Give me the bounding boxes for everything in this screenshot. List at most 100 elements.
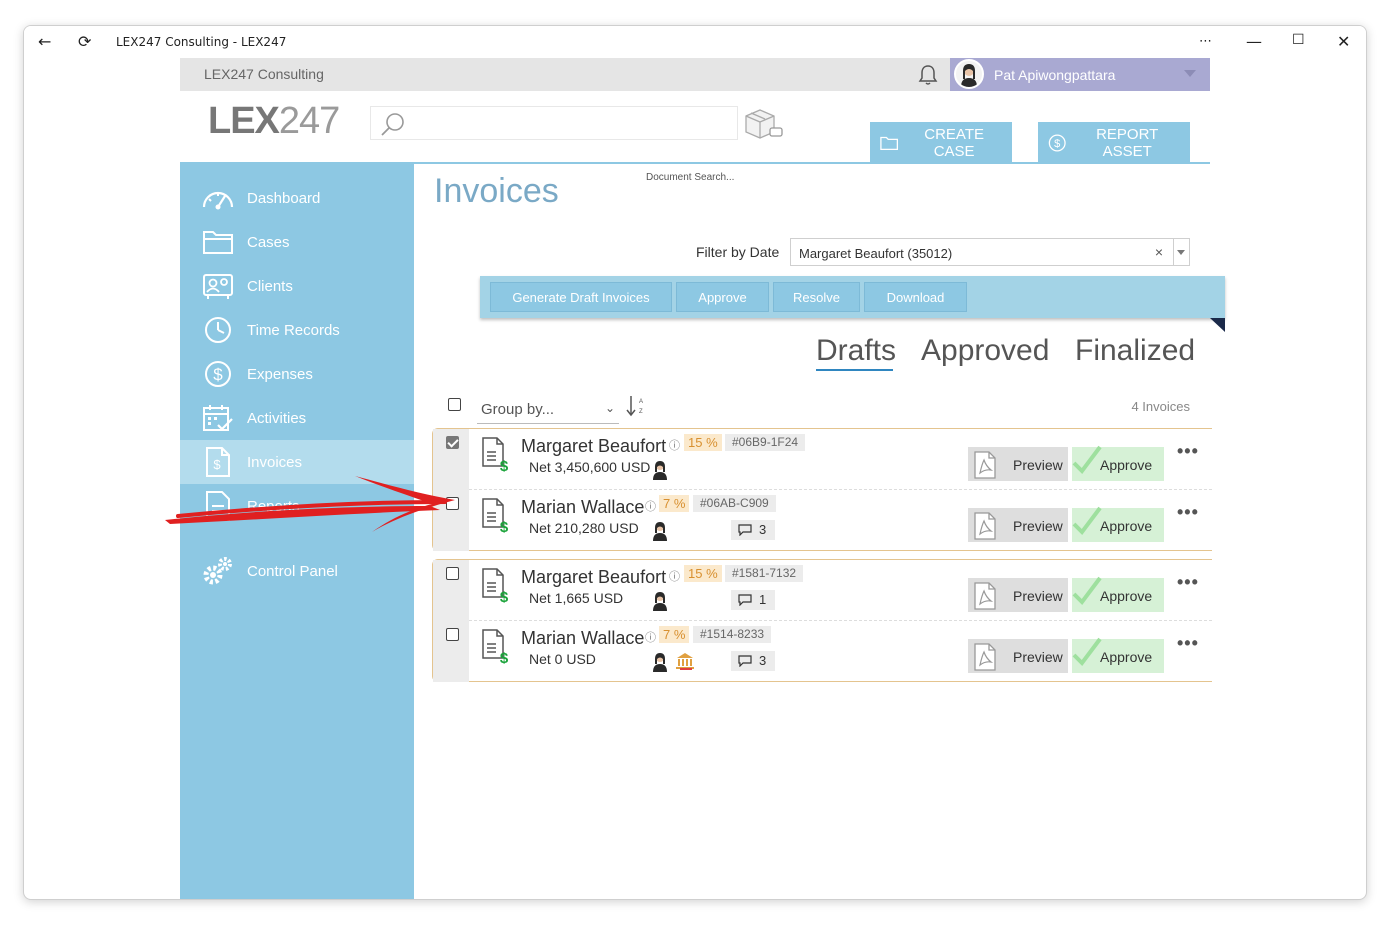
info-icon[interactable]: ⓘ: [669, 568, 680, 584]
clock-icon: [200, 315, 236, 345]
preview-button[interactable]: Preview: [968, 578, 1068, 612]
checkmark-icon: [1072, 576, 1102, 606]
more-options-icon[interactable]: ⋯: [1199, 34, 1212, 49]
approve-button[interactable]: Approve: [1072, 576, 1164, 612]
client-name: Margaret Beaufort: [521, 567, 667, 587]
resolve-button[interactable]: Resolve: [773, 282, 860, 312]
invoice-doc-icon: $: [481, 497, 513, 538]
client-name: Marian Wallace: [521, 497, 645, 517]
invoice-doc-icon: $: [481, 628, 513, 669]
sidebar-item-label: Time Records: [247, 321, 340, 339]
approve-button[interactable]: Approve: [1072, 637, 1164, 673]
tab-approved[interactable]: Approved: [921, 334, 1049, 368]
generate-draft-invoices-button[interactable]: Generate Draft Invoices: [490, 282, 672, 312]
approve-button[interactable]: Approve: [1072, 506, 1164, 542]
more-options-button[interactable]: •••: [1177, 572, 1199, 593]
client-name: Margaret Beaufort: [521, 436, 667, 456]
clients-icon: [200, 271, 236, 301]
pdf-icon: [974, 582, 996, 610]
close-icon[interactable]: ✕: [1337, 32, 1350, 51]
invoice-row[interactable]: $ Marian Wallace ⓘ 7 % #1514-8233 Net 0 …: [433, 621, 1212, 682]
avatar: [954, 59, 984, 89]
approve-all-button[interactable]: Approve: [676, 282, 769, 312]
row-checkbox[interactable]: [446, 567, 459, 580]
sidebar-item-dashboard[interactable]: Dashboard: [180, 176, 414, 220]
pdf-icon: [974, 512, 996, 540]
percent-badge: 15 %: [684, 565, 722, 582]
sidebar-item-activities[interactable]: Activities: [180, 396, 414, 440]
sidebar-item-control-panel[interactable]: Control Panel: [180, 549, 414, 593]
sidebar-item-reports[interactable]: Reports: [180, 484, 414, 528]
filter-combobox[interactable]: Margaret Beaufort (35012) ×: [790, 238, 1190, 266]
info-icon[interactable]: ⓘ: [669, 437, 680, 453]
row-checkbox[interactable]: [446, 497, 459, 510]
more-options-button[interactable]: •••: [1177, 633, 1199, 654]
sidebar-item-label: Dashboard: [247, 189, 321, 207]
sidebar-item-label: Clients: [247, 277, 293, 295]
calendar-icon: [200, 403, 236, 433]
app-content: LEX247 Consulting Pat Apiwongpattara LEX…: [180, 58, 1225, 899]
minimize-icon[interactable]: —: [1246, 32, 1262, 51]
folder-icon: [880, 136, 899, 150]
invoice-count: 4 Invoices: [1131, 399, 1190, 414]
sidebar-item-invoices[interactable]: $ Invoices: [180, 440, 414, 484]
group-by-select[interactable]: Group by...: [481, 401, 554, 418]
svg-text:$: $: [213, 457, 221, 472]
sidebar-item-label: Invoices: [247, 453, 303, 471]
comment-icon: [738, 594, 752, 606]
info-icon[interactable]: ⓘ: [645, 498, 656, 514]
filter-dropdown-toggle[interactable]: [1173, 239, 1189, 265]
sidebar-item-label: Cases: [247, 233, 290, 251]
page-title: Invoices: [434, 172, 559, 210]
window-title: LEX247 Consulting - LEX247: [116, 35, 287, 49]
preview-button[interactable]: Preview: [968, 447, 1068, 481]
sidebar-item-cases[interactable]: Cases: [180, 220, 414, 264]
notification-bell-icon[interactable]: [916, 63, 940, 92]
title-bar: ← ⟳ LEX247 Consulting - LEX247 ⋯ — ☐ ✕: [24, 26, 1366, 58]
net-amount: Net 0 USD: [529, 651, 596, 667]
sidebar-item-label: Expenses: [247, 365, 313, 383]
create-case-button[interactable]: CREATE CASE: [870, 122, 1012, 163]
chevron-down-icon: [1184, 70, 1196, 77]
more-options-button[interactable]: •••: [1177, 502, 1199, 523]
row-checkbox[interactable]: [446, 436, 459, 449]
chevron-down-icon[interactable]: ⌄: [605, 401, 615, 415]
tab-drafts[interactable]: Drafts: [816, 334, 896, 368]
invoice-row[interactable]: $ Margaret Beaufort ⓘ 15 % #1581-7132 Ne…: [433, 560, 1212, 621]
approve-button[interactable]: Approve: [1072, 445, 1164, 481]
preview-button[interactable]: Preview: [968, 508, 1068, 542]
row-checkbox[interactable]: [446, 628, 459, 641]
comment-count-badge[interactable]: 1: [731, 590, 775, 610]
invoice-row[interactable]: $ Margaret Beaufort ⓘ 15 % #06B9-1F24 Ne…: [433, 429, 1212, 490]
info-icon[interactable]: ⓘ: [645, 629, 656, 645]
sidebar-item-expenses[interactable]: $ Expenses: [180, 352, 414, 396]
sort-icon[interactable]: AZ: [626, 394, 644, 423]
comment-count-badge[interactable]: 3: [731, 651, 775, 671]
back-arrow-icon[interactable]: ←: [38, 32, 51, 51]
refresh-icon[interactable]: ⟳: [78, 32, 91, 51]
invoice-group: $ Margaret Beaufort ⓘ 15 % #06B9-1F24 Ne…: [432, 428, 1212, 551]
bank-icon: [675, 652, 695, 675]
svg-text:$: $: [213, 365, 223, 384]
sidebar-item-clients[interactable]: Clients: [180, 264, 414, 308]
preview-button[interactable]: Preview: [968, 639, 1068, 673]
comment-icon: [738, 655, 752, 667]
download-button[interactable]: Download: [864, 282, 967, 312]
document-box-icon[interactable]: [742, 106, 786, 147]
client-name: Marian Wallace: [521, 628, 645, 648]
search-input[interactable]: [370, 106, 738, 140]
clear-icon[interactable]: ×: [1155, 244, 1163, 260]
tab-finalized[interactable]: Finalized: [1075, 334, 1195, 368]
svg-text:$: $: [500, 519, 509, 533]
more-options-button[interactable]: •••: [1177, 441, 1199, 462]
comment-count-badge[interactable]: 3: [731, 520, 775, 540]
user-menu[interactable]: Pat Apiwongpattara: [950, 58, 1210, 91]
svg-text:$: $: [500, 650, 509, 664]
maximize-icon[interactable]: ☐: [1292, 32, 1305, 48]
sidebar-item-time-records[interactable]: Time Records: [180, 308, 414, 352]
report-asset-button[interactable]: $ REPORT ASSET: [1038, 122, 1190, 163]
select-all-checkbox[interactable]: [448, 398, 461, 411]
dollar-circle-icon: $: [200, 359, 236, 389]
invoice-row[interactable]: $ Marian Wallace ⓘ 7 % #06AB-C909 Net 21…: [433, 490, 1212, 551]
percent-badge: 15 %: [684, 434, 722, 451]
